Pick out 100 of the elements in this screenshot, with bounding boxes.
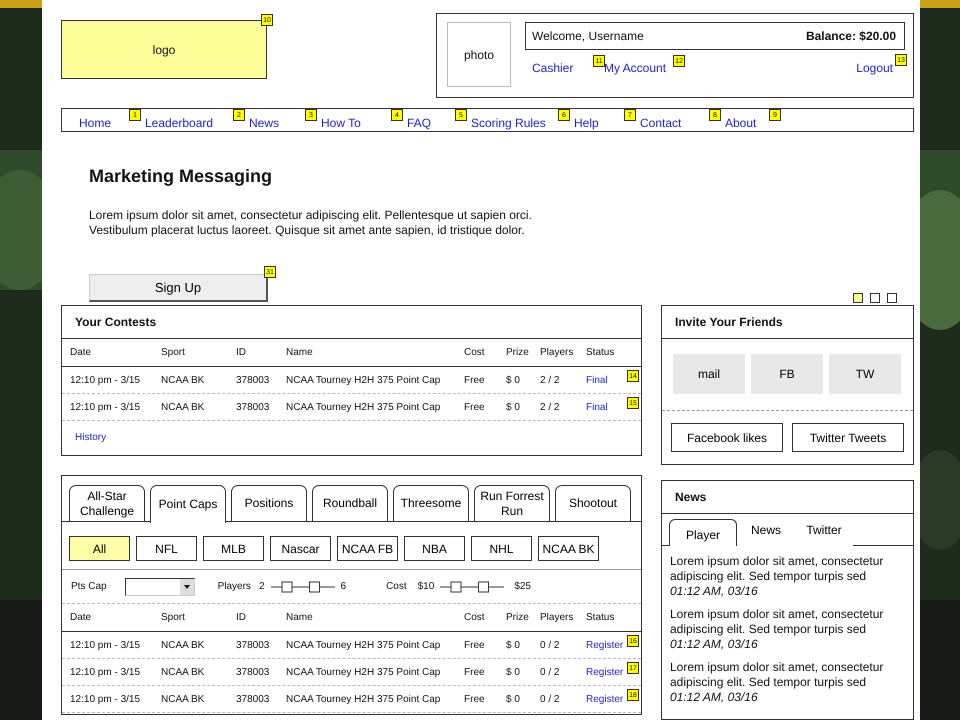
- dropdown-caret-icon[interactable]: [180, 578, 194, 594]
- column-header: Prize: [506, 347, 530, 358]
- range-max: 6: [340, 581, 346, 592]
- nav-link[interactable]: How To: [321, 116, 361, 130]
- slider-thumb[interactable]: [281, 581, 292, 592]
- table-cell-text: Free: [464, 694, 486, 704]
- sport-filter[interactable]: Nascar: [270, 536, 331, 561]
- filter-label: Pts Cap: [71, 581, 107, 592]
- contest-tab[interactable]: Point Caps: [150, 485, 226, 523]
- table-cell-text: 2 / 2: [540, 402, 560, 412]
- sport-filter[interactable]: NBA: [404, 536, 465, 561]
- contest-tab[interactable]: Threesome: [393, 485, 469, 522]
- filter-label: Players: [218, 581, 251, 592]
- column-header: Players: [540, 347, 574, 358]
- table-cell-text: NCAA BK: [161, 374, 206, 386]
- share-button[interactable]: TW: [829, 354, 901, 394]
- hero-text: Lorem ipsum dolor sit amet, consectetur adipiscing elit. Pellentesque ut sapien orci. Vestibulum placerat luctus laoreet. Quisque sit amet ante sapien, id tristique dolor.: [89, 208, 533, 238]
- table-cell-text: 2 / 2: [540, 374, 560, 386]
- slider-thumb[interactable]: [478, 581, 490, 592]
- sport-filter[interactable]: MLB: [203, 536, 264, 561]
- column-header: Sport: [161, 612, 186, 623]
- news-text: Lorem ipsum dolor sit amet, consectetur adipiscing elit. Sed tempor turpis sed: [670, 554, 884, 584]
- status-link[interactable]: Final: [586, 402, 608, 412]
- account-link[interactable]: My Account: [604, 61, 666, 75]
- column-header: Status: [586, 347, 616, 358]
- table-cell-text: NCAA Tourney H2H 375 Point Cap: [286, 640, 442, 650]
- nav-link[interactable]: Home: [79, 116, 112, 130]
- table-cell-text: 12:10 pm - 3/15: [70, 666, 142, 678]
- contest-tab[interactable]: Roundball: [312, 485, 388, 522]
- column-header: ID: [236, 347, 247, 358]
- column-header: Status: [586, 612, 616, 623]
- table-cell-text: Free: [464, 666, 486, 678]
- news-text: Lorem ipsum dolor sit amet, consectetur adipiscing elit. Sed tempor turpis sed: [670, 607, 884, 637]
- status-link[interactable]: Final: [586, 374, 608, 386]
- welcome-text: Welcome, Username: [532, 29, 644, 43]
- table-cell-text: 12:10 pm - 3/15: [70, 402, 142, 412]
- news-time: 01:12 AM, 03/16: [670, 584, 759, 599]
- panel-title: News: [662, 481, 913, 514]
- contest-tab[interactable]: Positions: [231, 485, 307, 522]
- nav-link[interactable]: Leaderboard: [145, 116, 214, 130]
- sign-up-button[interactable]: Sign Up: [89, 274, 268, 302]
- pts-cap-select[interactable]: [124, 578, 195, 596]
- table-cell-text: 378003: [236, 374, 270, 386]
- sport-filter[interactable]: NHL: [471, 536, 532, 561]
- table-cell-text: 378003: [236, 640, 270, 650]
- table-cell-text: $ 0: [506, 694, 521, 704]
- nav-link[interactable]: About: [725, 116, 756, 130]
- contest-tab[interactable]: Run Forrest Run: [474, 485, 550, 522]
- nav-link[interactable]: FAQ: [407, 116, 432, 130]
- table-cell-text: NCAA Tourney H2H 375 Point Cap: [286, 666, 442, 678]
- panel-title: Invite Your Friends: [662, 306, 913, 339]
- history-link[interactable]: History: [75, 432, 106, 443]
- table-cell-text: NCAA Tourney H2H 375 Point Cap: [286, 402, 442, 412]
- register-link[interactable]: Register: [586, 666, 624, 678]
- register-link[interactable]: Register: [586, 694, 624, 704]
- table-cell-text: 0 / 2: [540, 694, 560, 704]
- nav-link[interactable]: Scoring Rules: [471, 116, 546, 130]
- table-cell-text: $ 0: [506, 666, 521, 678]
- register-link[interactable]: Register: [586, 640, 624, 650]
- table-cell-text: $ 0: [506, 374, 521, 386]
- contest-tab[interactable]: All-Star Challenge: [69, 485, 145, 522]
- table-cell-text: NCAA Tourney H2H 375 Point Cap: [286, 374, 442, 386]
- nav-link[interactable]: News: [249, 116, 280, 130]
- table-cell-text: 0 / 2: [540, 640, 560, 650]
- photo-label: photo: [464, 48, 494, 62]
- table-cell-text: Free: [464, 374, 486, 386]
- slider-thumb[interactable]: [308, 581, 320, 592]
- sport-filter[interactable]: NCAA BK: [538, 536, 599, 561]
- nav-link[interactable]: Help: [574, 116, 599, 130]
- column-header: Cost: [464, 347, 486, 358]
- nav-link[interactable]: Contact: [640, 116, 682, 130]
- panel-title: Your Contests: [62, 306, 641, 339]
- share-button[interactable]: FB: [751, 354, 823, 394]
- column-header: Players: [540, 612, 574, 623]
- table-cell-text: 378003: [236, 402, 270, 412]
- table-cell-text: NCAA Tourney H2H 375 Point Cap: [286, 694, 442, 704]
- sport-filter[interactable]: NFL: [136, 536, 197, 561]
- hero-title: Marketing Messaging: [89, 166, 274, 188]
- share-button[interactable]: mail: [673, 354, 745, 394]
- column-header: Date: [70, 612, 92, 623]
- news-time: 01:12 AM, 03/16: [670, 690, 759, 705]
- account-link[interactable]: Logout: [856, 61, 893, 75]
- column-header: Sport: [161, 347, 186, 358]
- news-time: 01:12 AM, 03/16: [670, 637, 759, 652]
- table-cell-text: 12:10 pm - 3/15: [70, 694, 142, 704]
- slider-thumb[interactable]: [450, 581, 462, 592]
- table-cell-text: Free: [464, 640, 486, 650]
- account-link[interactable]: Cashier: [532, 61, 574, 75]
- range-min: $10: [418, 581, 434, 592]
- table-cell-text: 0 / 2: [540, 666, 560, 678]
- filter-label: Cost: [386, 581, 407, 592]
- social-button[interactable]: Twitter Tweets: [792, 423, 904, 452]
- sport-filter[interactable]: All: [69, 536, 130, 561]
- contest-tab[interactable]: Shootout: [555, 485, 631, 522]
- news-tab[interactable]: Player: [669, 519, 737, 546]
- table-cell-text: 12:10 pm - 3/15: [70, 640, 142, 650]
- social-button[interactable]: Facebook likes: [671, 423, 783, 452]
- range-min: 2: [258, 581, 264, 592]
- sport-filter[interactable]: NCAA FB: [337, 536, 398, 561]
- table-cell-text: 378003: [236, 694, 270, 704]
